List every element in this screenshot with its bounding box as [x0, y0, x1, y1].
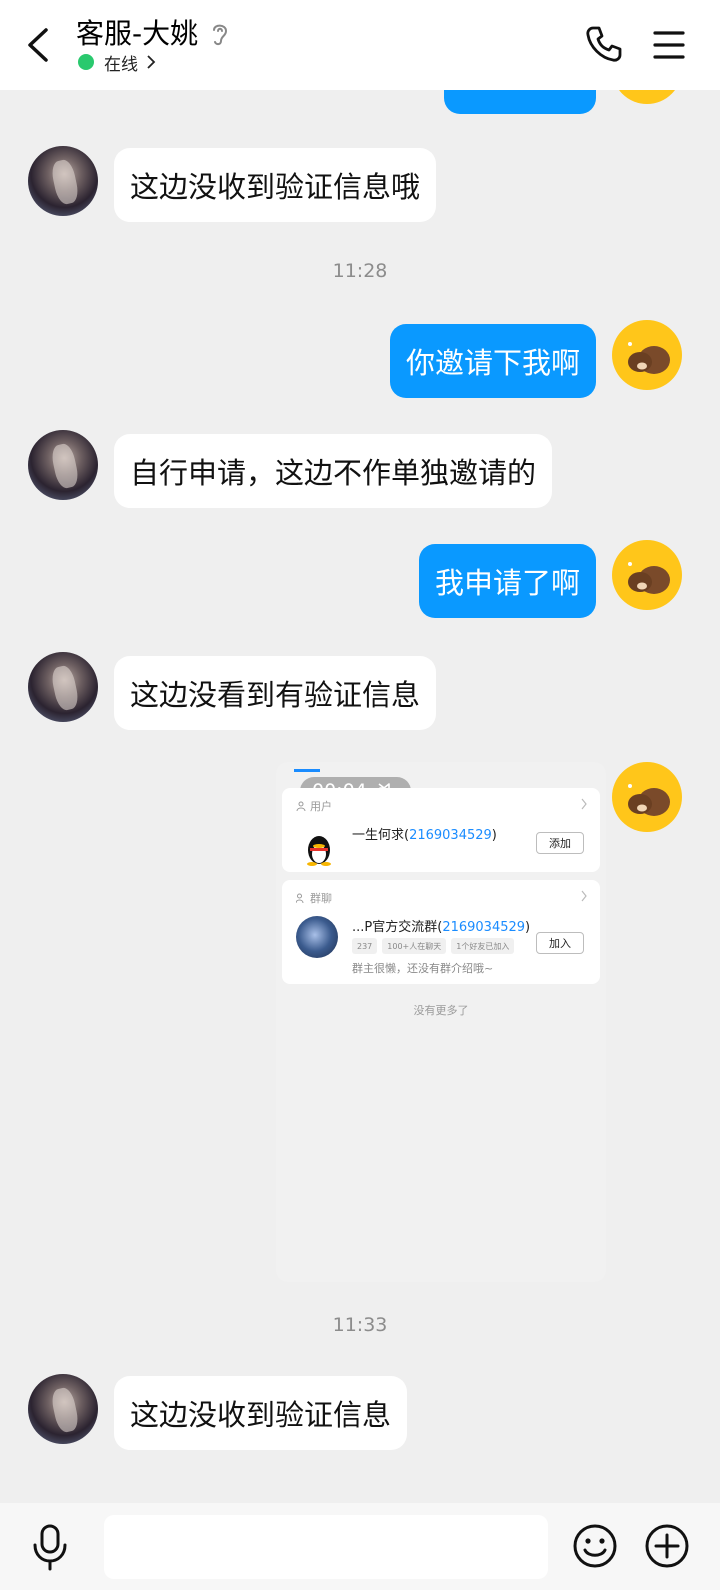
timestamp: 11:28: [332, 260, 388, 282]
plus-icon[interactable]: [644, 1523, 690, 1569]
qq-penguin-icon: [307, 836, 331, 866]
agent-avatar[interactable]: [28, 1374, 98, 1444]
bear-avatar-icon: [628, 562, 670, 594]
chevron-right-icon: [581, 890, 587, 902]
my-avatar[interactable]: [612, 762, 682, 832]
bear-avatar-icon: [628, 784, 670, 816]
timestamp: 11:33: [332, 1314, 388, 1336]
chevron-right-icon: [581, 798, 587, 810]
online-dot: [78, 54, 94, 70]
agent-avatar[interactable]: [28, 430, 98, 500]
user-icon: [296, 801, 306, 811]
message-input[interactable]: [104, 1515, 548, 1579]
back-arrow-icon[interactable]: [20, 22, 60, 68]
chat-title[interactable]: 客服-大姚: [76, 12, 198, 52]
message-bubble[interactable]: 这边没看到有验证信息: [114, 656, 437, 730]
video-group-desc: 群主很懒，还没有群介绍哦~: [352, 962, 494, 975]
video-join-button: 加入: [536, 932, 584, 954]
group-tag: 1个好友已加入: [451, 938, 515, 954]
mic-icon[interactable]: [28, 1523, 72, 1571]
group-icon: [296, 893, 304, 903]
menu-icon[interactable]: [652, 28, 686, 62]
chevron-right-icon: [147, 55, 156, 69]
group-tag: 100+人在聊天: [382, 938, 447, 954]
bear-avatar-icon: [628, 342, 670, 374]
video-add-button: 添加: [536, 832, 584, 854]
agent-avatar[interactable]: [28, 146, 98, 216]
message-bubble[interactable]: 我申请了啊: [418, 544, 596, 618]
video-user-name: 一生何求(2169034529): [352, 828, 497, 843]
message-bubble[interactable]: 这边没收到验证信息: [114, 1376, 408, 1450]
agent-avatar[interactable]: [28, 652, 98, 722]
message-bubble[interactable]: 自行申请，这边不作单独邀请的: [114, 434, 553, 508]
online-status[interactable]: 在线: [78, 50, 156, 75]
phone-icon[interactable]: [584, 24, 624, 64]
video-group-section: 群聊: [296, 890, 332, 906]
status-text: 在线: [104, 54, 138, 75]
ear-icon[interactable]: [208, 20, 232, 48]
message-bubble[interactable]: 你邀请下我啊: [389, 324, 596, 398]
emoji-icon[interactable]: [572, 1523, 618, 1569]
my-avatar[interactable]: [612, 320, 682, 390]
chat-area[interactable]: 这边没收到验证信息哦 11:28 你邀请下我啊 自行申请，这边不作单独邀请的 我…: [0, 90, 720, 1503]
video-user-section: 用户: [296, 798, 332, 814]
message-bubble-cutoff[interactable]: [444, 90, 596, 114]
video-group-tags: 237 100+人在聊天 1个好友已加入: [352, 938, 519, 954]
group-avatar: [296, 916, 338, 958]
group-tag: 237: [352, 938, 378, 954]
video-tab-underline: [294, 769, 320, 772]
video-group-name: ...P官方交流群(2169034529): [352, 920, 531, 935]
my-avatar[interactable]: [612, 90, 682, 104]
video-group-card: 群聊 ...P官方交流群(2169034529) 237 100+人在聊天 1个…: [282, 880, 600, 984]
video-no-more: 没有更多了: [413, 1004, 469, 1017]
my-avatar[interactable]: [612, 540, 682, 610]
video-user-card: 用户 一生何求(2169034529) 添加: [282, 788, 600, 872]
video-message[interactable]: 00:04 用户 一生何求(2169034529) 添加: [276, 762, 606, 1282]
input-bar: [0, 1503, 720, 1590]
message-bubble[interactable]: 这边没收到验证信息哦: [114, 148, 437, 222]
chat-header: 客服-大姚 在线: [0, 0, 720, 90]
